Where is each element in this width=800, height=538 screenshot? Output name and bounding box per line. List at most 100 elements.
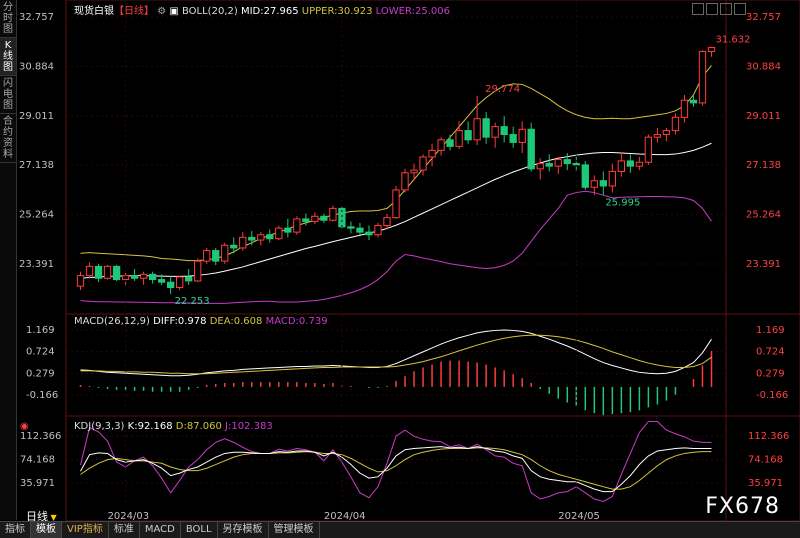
candle-body — [239, 236, 247, 249]
macd-dea: DEA:0.608 — [209, 316, 263, 327]
period-badge[interactable]: 【日线】 — [114, 6, 154, 17]
bottom-toolbar: 指标 模板 VIP指标 标准 MACD BOLL 另存模板 管理模板 — [0, 521, 800, 538]
bottom-tab-4[interactable]: MACD — [140, 522, 181, 538]
macd-dea-line — [80, 334, 712, 375]
kdj-tick-left: 112.366 — [20, 431, 61, 442]
price-tick-right: 30.884 — [746, 61, 781, 72]
kdj-tick-right: 74.168 — [748, 455, 783, 466]
kdj-j: J:102.383 — [225, 421, 273, 432]
candle-body — [626, 160, 635, 167]
candle-body — [572, 163, 580, 166]
macd-value: MACD:0.739 — [265, 316, 328, 327]
boll-lower: LOWER:25.006 — [375, 6, 450, 17]
toolbar-icon-3[interactable] — [720, 3, 732, 15]
toolbar-icon-1[interactable] — [692, 3, 704, 15]
candle-body — [311, 215, 319, 223]
candle-body — [500, 126, 508, 136]
candle-body — [203, 250, 211, 262]
price-annotation: 29.774 — [485, 84, 520, 95]
macd-tick-left: 0.724 — [26, 347, 55, 358]
bottom-tab-0[interactable]: 指标 — [0, 522, 31, 538]
candle-body — [130, 275, 139, 279]
toolbar-icon-2[interactable] — [706, 3, 718, 15]
bottom-tab-1[interactable]: 模板 — [31, 522, 62, 538]
candle-body — [248, 236, 256, 241]
macd-tick-left: -0.166 — [26, 390, 58, 401]
candle-body — [446, 139, 454, 147]
price-tick-right: 25.264 — [746, 210, 781, 221]
bottom-tab-5[interactable]: BOLL — [181, 522, 218, 538]
macd-tick-left: 1.169 — [26, 325, 55, 336]
candle-body — [284, 227, 292, 233]
kdj-tick-left: 74.168 — [20, 455, 55, 466]
sidebar: 分时图K线图闪电图合约资料 — [0, 0, 17, 520]
candle-body — [383, 217, 391, 227]
price-tick-left: 23.391 — [19, 259, 54, 270]
candle-body — [527, 128, 535, 170]
candle-body — [212, 250, 220, 262]
candle-body — [635, 161, 644, 167]
candle-body — [76, 275, 85, 287]
macd-tick-right: 1.169 — [756, 325, 785, 336]
candle-body — [365, 231, 373, 236]
sidebar-tab-1[interactable]: K线图 — [0, 38, 16, 76]
candle-body — [653, 134, 662, 138]
candle-body — [166, 281, 175, 288]
candle-body — [707, 47, 716, 52]
kdj-header: ◉ — [20, 421, 29, 432]
candle-body — [85, 265, 94, 277]
candle-body — [148, 273, 157, 281]
candle-body — [347, 226, 355, 229]
candle-body — [491, 126, 499, 138]
candle-body — [464, 130, 472, 141]
candle-body — [94, 265, 103, 279]
toolbar-icon-4[interactable] — [734, 3, 746, 15]
candle-body — [536, 163, 544, 170]
indicator-toggle-icon[interactable]: ▣ — [169, 6, 178, 17]
price-tick-right: 29.011 — [746, 111, 781, 122]
price-tick-left: 32.757 — [19, 12, 54, 23]
bottom-tab-6[interactable]: 另存模板 — [218, 522, 269, 538]
candle-body — [608, 170, 616, 187]
kdj-values: KDJ(9,3,3) K:92.168 D:87.060 J:102.383 — [74, 421, 273, 432]
sidebar-tab-3[interactable]: 合约资料 — [0, 114, 16, 163]
instrument-title: 现货白银 — [74, 6, 114, 17]
kdj-settings-icon[interactable]: ◉ — [20, 421, 29, 432]
chart-header: 现货白银【日线】 ⚙ ▣ BOLL(20,2) MID:27.965 UPPER… — [74, 2, 450, 17]
macd-tick-left: 0.279 — [26, 368, 55, 379]
candle-body — [257, 234, 265, 241]
candle-body — [194, 260, 202, 282]
candle-body — [554, 159, 562, 167]
settings-icon[interactable]: ⚙ — [157, 6, 166, 17]
bottom-tab-7[interactable]: 管理模板 — [269, 522, 320, 538]
candle-body — [374, 225, 382, 236]
candle-body — [473, 118, 481, 141]
kdj-tick-right: 35.971 — [748, 478, 783, 489]
bottom-tab-2[interactable]: VIP指标 — [62, 522, 109, 538]
candle-body — [320, 215, 328, 221]
candle-body — [302, 218, 310, 223]
bottom-tab-3[interactable]: 标准 — [109, 522, 140, 538]
candle-body — [644, 136, 653, 163]
candle-body — [266, 234, 274, 240]
boll-upper: UPPER:30.923 — [301, 6, 373, 17]
watermark: FX678 — [705, 494, 780, 519]
candle-body — [230, 244, 238, 249]
candle-body — [176, 276, 184, 288]
candle-body — [356, 227, 364, 233]
candle-body — [599, 180, 607, 187]
sidebar-tab-2[interactable]: 闪电图 — [0, 76, 16, 114]
sidebar-tab-0[interactable]: 分时图 — [0, 0, 16, 38]
candle-body — [698, 50, 707, 104]
date-label: 2024/03 — [108, 511, 150, 521]
price-chart[interactable]: 32.757 32.757 30.884 30.884 29.011 29.011 27.1… — [16, 0, 800, 521]
candle-body — [275, 227, 283, 240]
macd-header: MACD(26,12,9) DIFF:0.978 DEA:0.608 MACD:… — [74, 316, 328, 327]
price-tick-right: 27.138 — [746, 160, 781, 171]
candle-body — [581, 164, 589, 188]
macd-tick-right: -0.166 — [756, 390, 788, 401]
kdj-d: D:87.060 — [175, 421, 222, 432]
candle-body — [401, 172, 409, 191]
macd-label: MACD(26,12,9) — [74, 316, 150, 327]
price-annotation: 31.632 — [715, 35, 750, 46]
